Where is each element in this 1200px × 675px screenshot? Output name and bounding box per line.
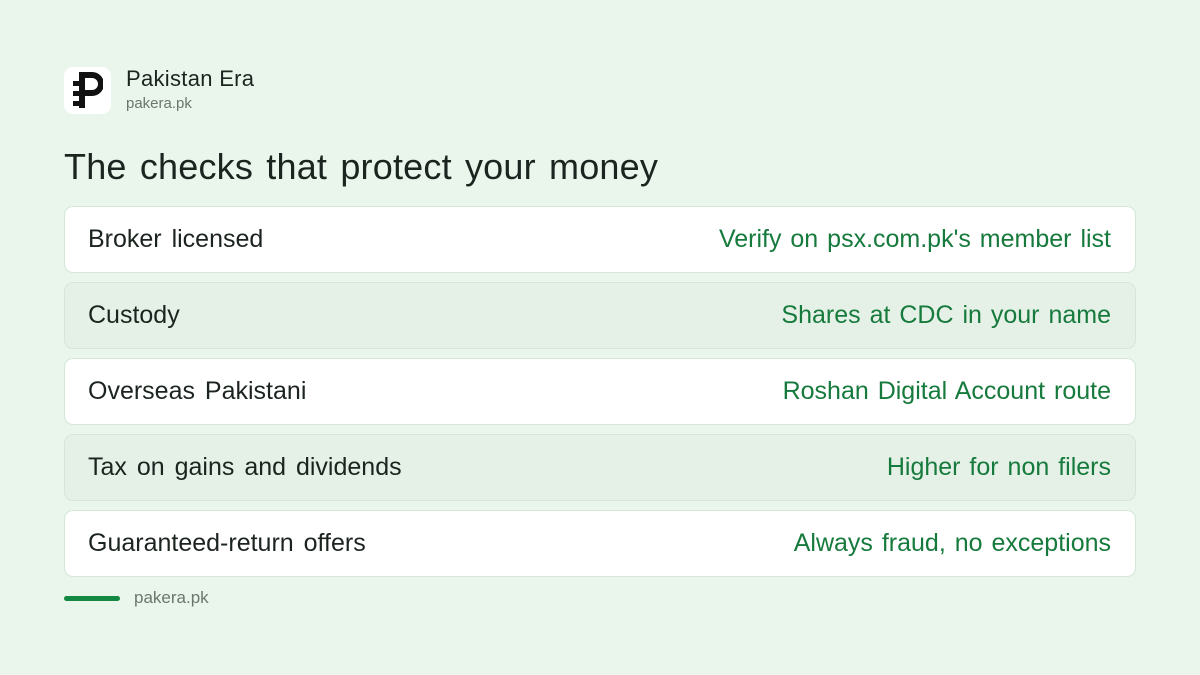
check-value: Shares at CDC in your name xyxy=(781,301,1111,329)
checks-list: Broker licensed Verify on psx.com.pk's m… xyxy=(64,206,1136,586)
check-label: Guaranteed-return offers xyxy=(88,529,366,557)
check-row-tax: Tax on gains and dividends Higher for no… xyxy=(64,434,1136,501)
check-value: Always fraud, no exceptions xyxy=(793,529,1111,557)
page-title: The checks that protect your money xyxy=(64,146,659,187)
brand-text: Pakistan Era pakera.pk xyxy=(126,66,254,114)
footer: pakera.pk xyxy=(64,588,209,608)
check-row-guaranteed-return: Guaranteed-return offers Always fraud, n… xyxy=(64,510,1136,577)
check-row-overseas-pakistani: Overseas Pakistani Roshan Digital Accoun… xyxy=(64,358,1136,425)
check-row-custody: Custody Shares at CDC in your name xyxy=(64,282,1136,349)
check-label: Tax on gains and dividends xyxy=(88,453,402,481)
check-value: Higher for non filers xyxy=(886,453,1111,481)
check-row-broker-licensed: Broker licensed Verify on psx.com.pk's m… xyxy=(64,206,1136,273)
brand-url: pakera.pk xyxy=(126,95,192,112)
check-value: Verify on psx.com.pk's member list xyxy=(718,225,1111,253)
check-label: Overseas Pakistani xyxy=(88,377,307,405)
check-label: Custody xyxy=(88,301,180,329)
footer-accent-bar xyxy=(64,595,120,601)
brand-header: Pakistan Era pakera.pk xyxy=(64,66,254,114)
check-label: Broker licensed xyxy=(88,225,264,253)
brand-name: Pakistan Era xyxy=(126,66,255,91)
footer-url: pakera.pk xyxy=(134,588,209,607)
pakistan-era-logo-icon xyxy=(64,66,111,114)
check-value: Roshan Digital Account route xyxy=(782,377,1111,405)
